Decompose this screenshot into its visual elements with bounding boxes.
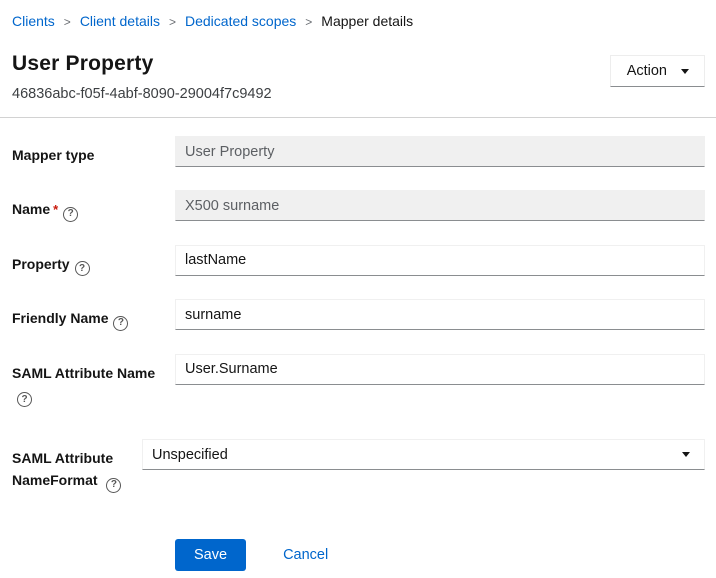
breadcrumb-separator-icon: > xyxy=(305,14,312,29)
property-label: Property? xyxy=(12,245,167,277)
name-help-icon[interactable]: ? xyxy=(63,207,78,222)
action-menu-button[interactable]: Action xyxy=(610,55,705,87)
breadcrumb-separator-icon: > xyxy=(64,14,71,29)
breadcrumb-separator-icon: > xyxy=(169,14,176,29)
form-row-property: Property? xyxy=(12,245,705,277)
breadcrumb: Clients > Client details > Dedicated sco… xyxy=(12,0,705,29)
saml-attribute-nameformat-label: SAML Attribute NameFormat ? xyxy=(12,439,134,493)
property-input[interactable] xyxy=(175,245,705,276)
name-label-text: Name xyxy=(12,201,50,217)
saml-attribute-name-help-icon[interactable]: ? xyxy=(17,392,32,407)
breadcrumb-dedicated-scopes[interactable]: Dedicated scopes xyxy=(185,13,296,29)
saml-attribute-nameformat-label-text: SAML Attribute NameFormat xyxy=(12,450,113,488)
saml-attribute-name-label: SAML Attribute Name ? xyxy=(12,354,167,408)
required-asterisk: * xyxy=(53,202,58,217)
mapper-form: Mapper type Name*? Property? xyxy=(12,136,705,571)
save-button[interactable]: Save xyxy=(175,539,246,571)
title-block: User Property 46836abc-f05f-4abf-8090-29… xyxy=(12,52,272,102)
mapper-type-control xyxy=(175,136,705,167)
form-actions: Save Cancel xyxy=(175,539,705,571)
name-label: Name*? xyxy=(12,190,167,222)
breadcrumb-mapper-details: Mapper details xyxy=(321,13,413,29)
friendly-name-label: Friendly Name? xyxy=(12,299,167,331)
property-label-text: Property xyxy=(12,256,70,272)
saml-attribute-nameformat-help-icon[interactable]: ? xyxy=(106,478,121,493)
page-title: User Property xyxy=(12,52,272,76)
chevron-down-icon xyxy=(682,452,690,457)
saml-attribute-name-input[interactable] xyxy=(175,354,705,385)
saml-attribute-nameformat-select[interactable]: Unspecified xyxy=(142,439,705,470)
action-menu-label: Action xyxy=(627,63,667,79)
name-input xyxy=(175,190,705,221)
mapper-id: 46836abc-f05f-4abf-8090-29004f7c9492 xyxy=(12,86,272,102)
page-header: User Property 46836abc-f05f-4abf-8090-29… xyxy=(12,52,705,102)
saml-attribute-nameformat-control: Unspecified xyxy=(142,439,705,470)
breadcrumb-client-details[interactable]: Client details xyxy=(80,13,160,29)
mapper-details-page: Clients > Client details > Dedicated sco… xyxy=(0,0,716,571)
cancel-link[interactable]: Cancel xyxy=(283,547,328,563)
property-control xyxy=(175,245,705,276)
selected-option-label: Unspecified xyxy=(152,447,228,463)
chevron-down-icon xyxy=(681,69,689,74)
mapper-type-label-text: Mapper type xyxy=(12,147,94,163)
mapper-type-label: Mapper type xyxy=(12,136,167,166)
form-row-name: Name*? xyxy=(12,190,705,222)
friendly-name-label-text: Friendly Name xyxy=(12,310,108,326)
form-row-mapper-type: Mapper type xyxy=(12,136,705,167)
saml-attribute-name-control xyxy=(175,354,705,385)
form-row-saml-attribute-name: SAML Attribute Name ? xyxy=(12,354,705,408)
name-control xyxy=(175,190,705,221)
friendly-name-help-icon[interactable]: ? xyxy=(113,316,128,331)
friendly-name-input[interactable] xyxy=(175,299,705,330)
breadcrumb-clients[interactable]: Clients xyxy=(12,13,55,29)
friendly-name-control xyxy=(175,299,705,330)
mapper-type-input xyxy=(175,136,705,167)
form-row-friendly-name: Friendly Name? xyxy=(12,299,705,331)
property-help-icon[interactable]: ? xyxy=(75,261,90,276)
header-divider xyxy=(0,117,716,118)
saml-attribute-name-label-text: SAML Attribute Name xyxy=(12,365,155,381)
form-row-saml-attribute-nameformat: SAML Attribute NameFormat ? Unspecified xyxy=(12,439,705,493)
